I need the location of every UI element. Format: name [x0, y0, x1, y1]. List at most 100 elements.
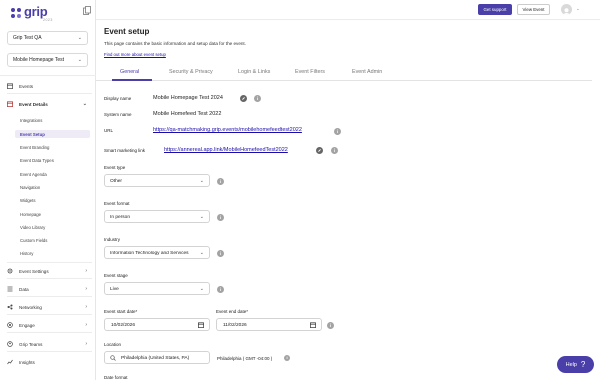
chevron-down-icon: ⌄ [82, 101, 87, 107]
logo-subtext: 2023 [43, 18, 53, 22]
chevron-down-icon: ⌄ [199, 285, 204, 292]
tab-event-admin[interactable]: Event Admin [352, 69, 382, 75]
sidebar-subitem-integrations[interactable]: Integrations [20, 118, 42, 123]
sidebar-subitem-event-agenda[interactable]: Event Agenda [20, 172, 47, 177]
sidebar-item-event-details[interactable]: Event Details ⌄ [7, 99, 93, 109]
help-button[interactable]: Help ? [557, 356, 594, 373]
view-event-button[interactable]: View Event [517, 4, 550, 15]
info-icon[interactable]: i [217, 214, 224, 221]
info-icon[interactable]: i [254, 95, 261, 102]
event-setup-help-link[interactable]: Find out more about event setup [104, 52, 166, 57]
chevron-down-icon[interactable]: ⌄ [576, 6, 580, 12]
avatar[interactable] [561, 4, 572, 15]
location-input[interactable]: Philadelphia (United States, PA) [104, 351, 210, 364]
page-title: Event setup [104, 27, 150, 36]
chevron-right-icon: › [85, 286, 87, 292]
logo-wordmark: grip [24, 4, 48, 19]
gear-icon [7, 268, 13, 274]
event-format-select[interactable]: In person ⌄ [104, 210, 210, 223]
copy-icon[interactable] [83, 6, 91, 15]
grip-logo[interactable]: grip 2023 [9, 4, 69, 22]
question-icon: ? [580, 360, 586, 369]
chevron-right-icon: › [85, 304, 87, 310]
sidebar-item-label: Grip Teams [19, 341, 43, 347]
event-stage-select[interactable]: Live ⌄ [104, 282, 210, 295]
edit-smart-link-icon[interactable] [316, 147, 323, 154]
end-date-label: Event end date* [216, 309, 249, 314]
sidebar-subitem-homepage[interactable]: Homepage [20, 212, 41, 217]
sidebar-subitem-navigation[interactable]: Navigation [20, 185, 40, 190]
sidebar-subitem-history[interactable]: History [20, 251, 33, 256]
info-icon[interactable]: i [334, 128, 341, 135]
calendar-icon [7, 101, 13, 107]
chevron-down-icon: ⌄ [77, 35, 82, 41]
sidebar-subitem-video-library[interactable]: Video Library [20, 225, 45, 230]
end-date-value: 11/02/2026 [223, 322, 247, 328]
active-tab-indicator [112, 79, 152, 81]
info-icon[interactable]: i [217, 178, 224, 185]
calendar-icon[interactable] [310, 321, 316, 328]
list-icon [7, 286, 13, 292]
event-type-select[interactable]: Other ⌄ [104, 174, 210, 187]
sidebar-item-data[interactable]: Data › [7, 284, 93, 294]
event-select[interactable]: Mobile Homepage Test ⌄ [7, 53, 88, 67]
chevron-down-icon: ⌄ [199, 213, 204, 220]
main-content: Event setup This page contains the basic… [96, 20, 600, 380]
app-root: grip 2023 Grip Test QA ⌄ Mobile Homepage… [0, 0, 600, 380]
divider [7, 351, 92, 352]
info-icon[interactable]: i [327, 322, 334, 329]
sidebar-item-events[interactable]: Events [7, 81, 93, 91]
grip-logo-icon [11, 8, 21, 18]
help-label: Help [565, 361, 577, 368]
sidebar-item-grip-teams[interactable]: Grip Teams › [7, 339, 93, 349]
calendar-icon[interactable] [198, 321, 204, 328]
event-stage-value: Live [110, 286, 119, 292]
info-icon[interactable]: i [217, 286, 224, 293]
industry-label: Industry [104, 237, 121, 242]
info-icon[interactable]: i [284, 355, 290, 361]
sidebar-item-engage[interactable]: Engage › [7, 320, 93, 330]
top-bar: Get support View Event ⌄ [96, 0, 600, 20]
display-name-value: Mobile Homepage Test 2024 [153, 95, 223, 101]
event-format-value: In person [110, 214, 131, 220]
smart-link-label: Smart marketing link [104, 148, 146, 153]
sidebar: grip 2023 Grip Test QA ⌄ Mobile Homepage… [0, 0, 96, 380]
event-url-link[interactable]: https://qa-matchmaking.grip.events/mobil… [153, 127, 302, 133]
org-select-value: Grip Test QA [13, 35, 42, 41]
sidebar-subitem-custom-fields[interactable]: Custom Fields [20, 238, 47, 243]
start-date-value: 10/02/2026 [111, 322, 136, 328]
sidebar-item-event-settings[interactable]: Event Settings › [7, 266, 93, 276]
timezone-value: Philadelphia ( GMT -04:00 ) [217, 356, 273, 361]
info-icon[interactable]: i [331, 147, 338, 154]
end-date-input[interactable]: 11/02/2026 [216, 318, 322, 331]
industry-select[interactable]: Information Technology and Services ⌄ [104, 246, 210, 259]
system-name-label: System name [104, 112, 132, 117]
get-support-button[interactable]: Get support [478, 4, 512, 15]
tab-event-filters[interactable]: Event Filters [295, 69, 325, 75]
location-label: Location [104, 342, 122, 347]
info-icon[interactable]: i [217, 250, 224, 257]
sidebar-subitem-widgets[interactable]: Widgets [20, 198, 36, 203]
start-date-input[interactable]: 10/02/2026 [104, 318, 210, 331]
tab-security-privacy[interactable]: Security & Privacy [169, 69, 213, 75]
sidebar-subitem-event-setup[interactable]: Event Setup [15, 130, 90, 138]
sidebar-subitem-event-data-types[interactable]: Event Data Types [20, 158, 54, 163]
divider [7, 314, 92, 315]
sidebar-item-insights[interactable]: Insights [7, 357, 93, 367]
smart-marketing-link[interactable]: https://annereal.app.link/MobileHomefeed… [164, 147, 288, 153]
chevron-down-icon: ⌄ [77, 57, 82, 63]
event-select-value: Mobile Homepage Test [13, 57, 65, 63]
chevron-right-icon: › [85, 341, 87, 347]
divider [7, 278, 92, 279]
tab-login-links[interactable]: Login & Links [238, 69, 270, 75]
tab-general[interactable]: General [120, 69, 139, 75]
page-description: This page contains the basic information… [104, 41, 246, 46]
edit-display-name-icon[interactable] [240, 95, 247, 102]
sidebar-subitem-event-branding[interactable]: Event Branding [20, 145, 49, 150]
industry-value: Information Technology and Services [110, 250, 189, 256]
chart-line-icon [7, 359, 13, 365]
date-format-label: Date format [104, 375, 128, 380]
org-select[interactable]: Grip Test QA ⌄ [7, 31, 88, 45]
sidebar-item-networking[interactable]: Networking › [7, 302, 93, 312]
sidebar-divider [0, 75, 96, 76]
